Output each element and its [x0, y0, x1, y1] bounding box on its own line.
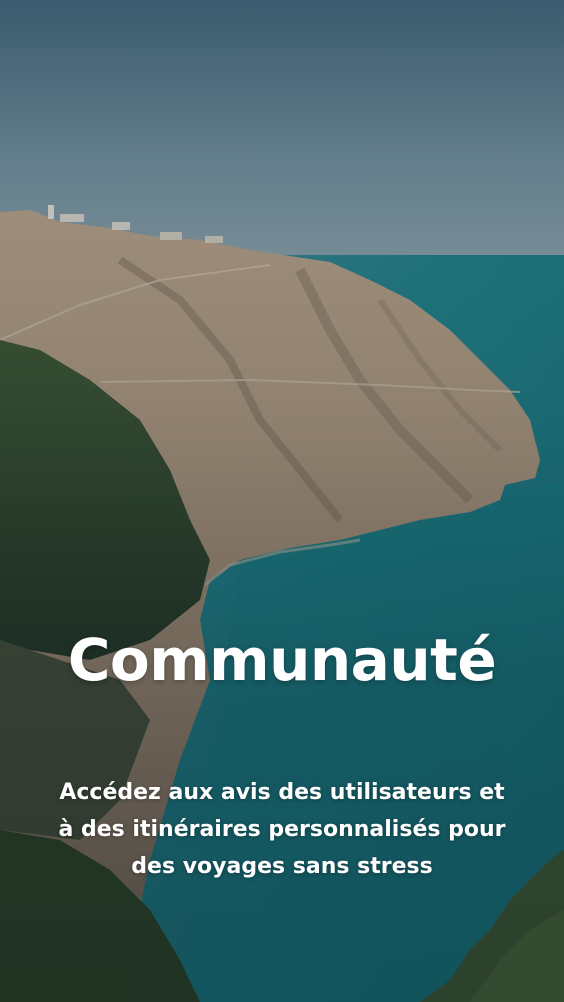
screen-subtitle: Accédez aux avis des utilisateurs et à d…: [58, 780, 506, 879]
onboarding-screen: Communauté Accédez aux avis des utilisat…: [0, 0, 564, 1002]
screen-title: Communauté: [67, 626, 497, 694]
